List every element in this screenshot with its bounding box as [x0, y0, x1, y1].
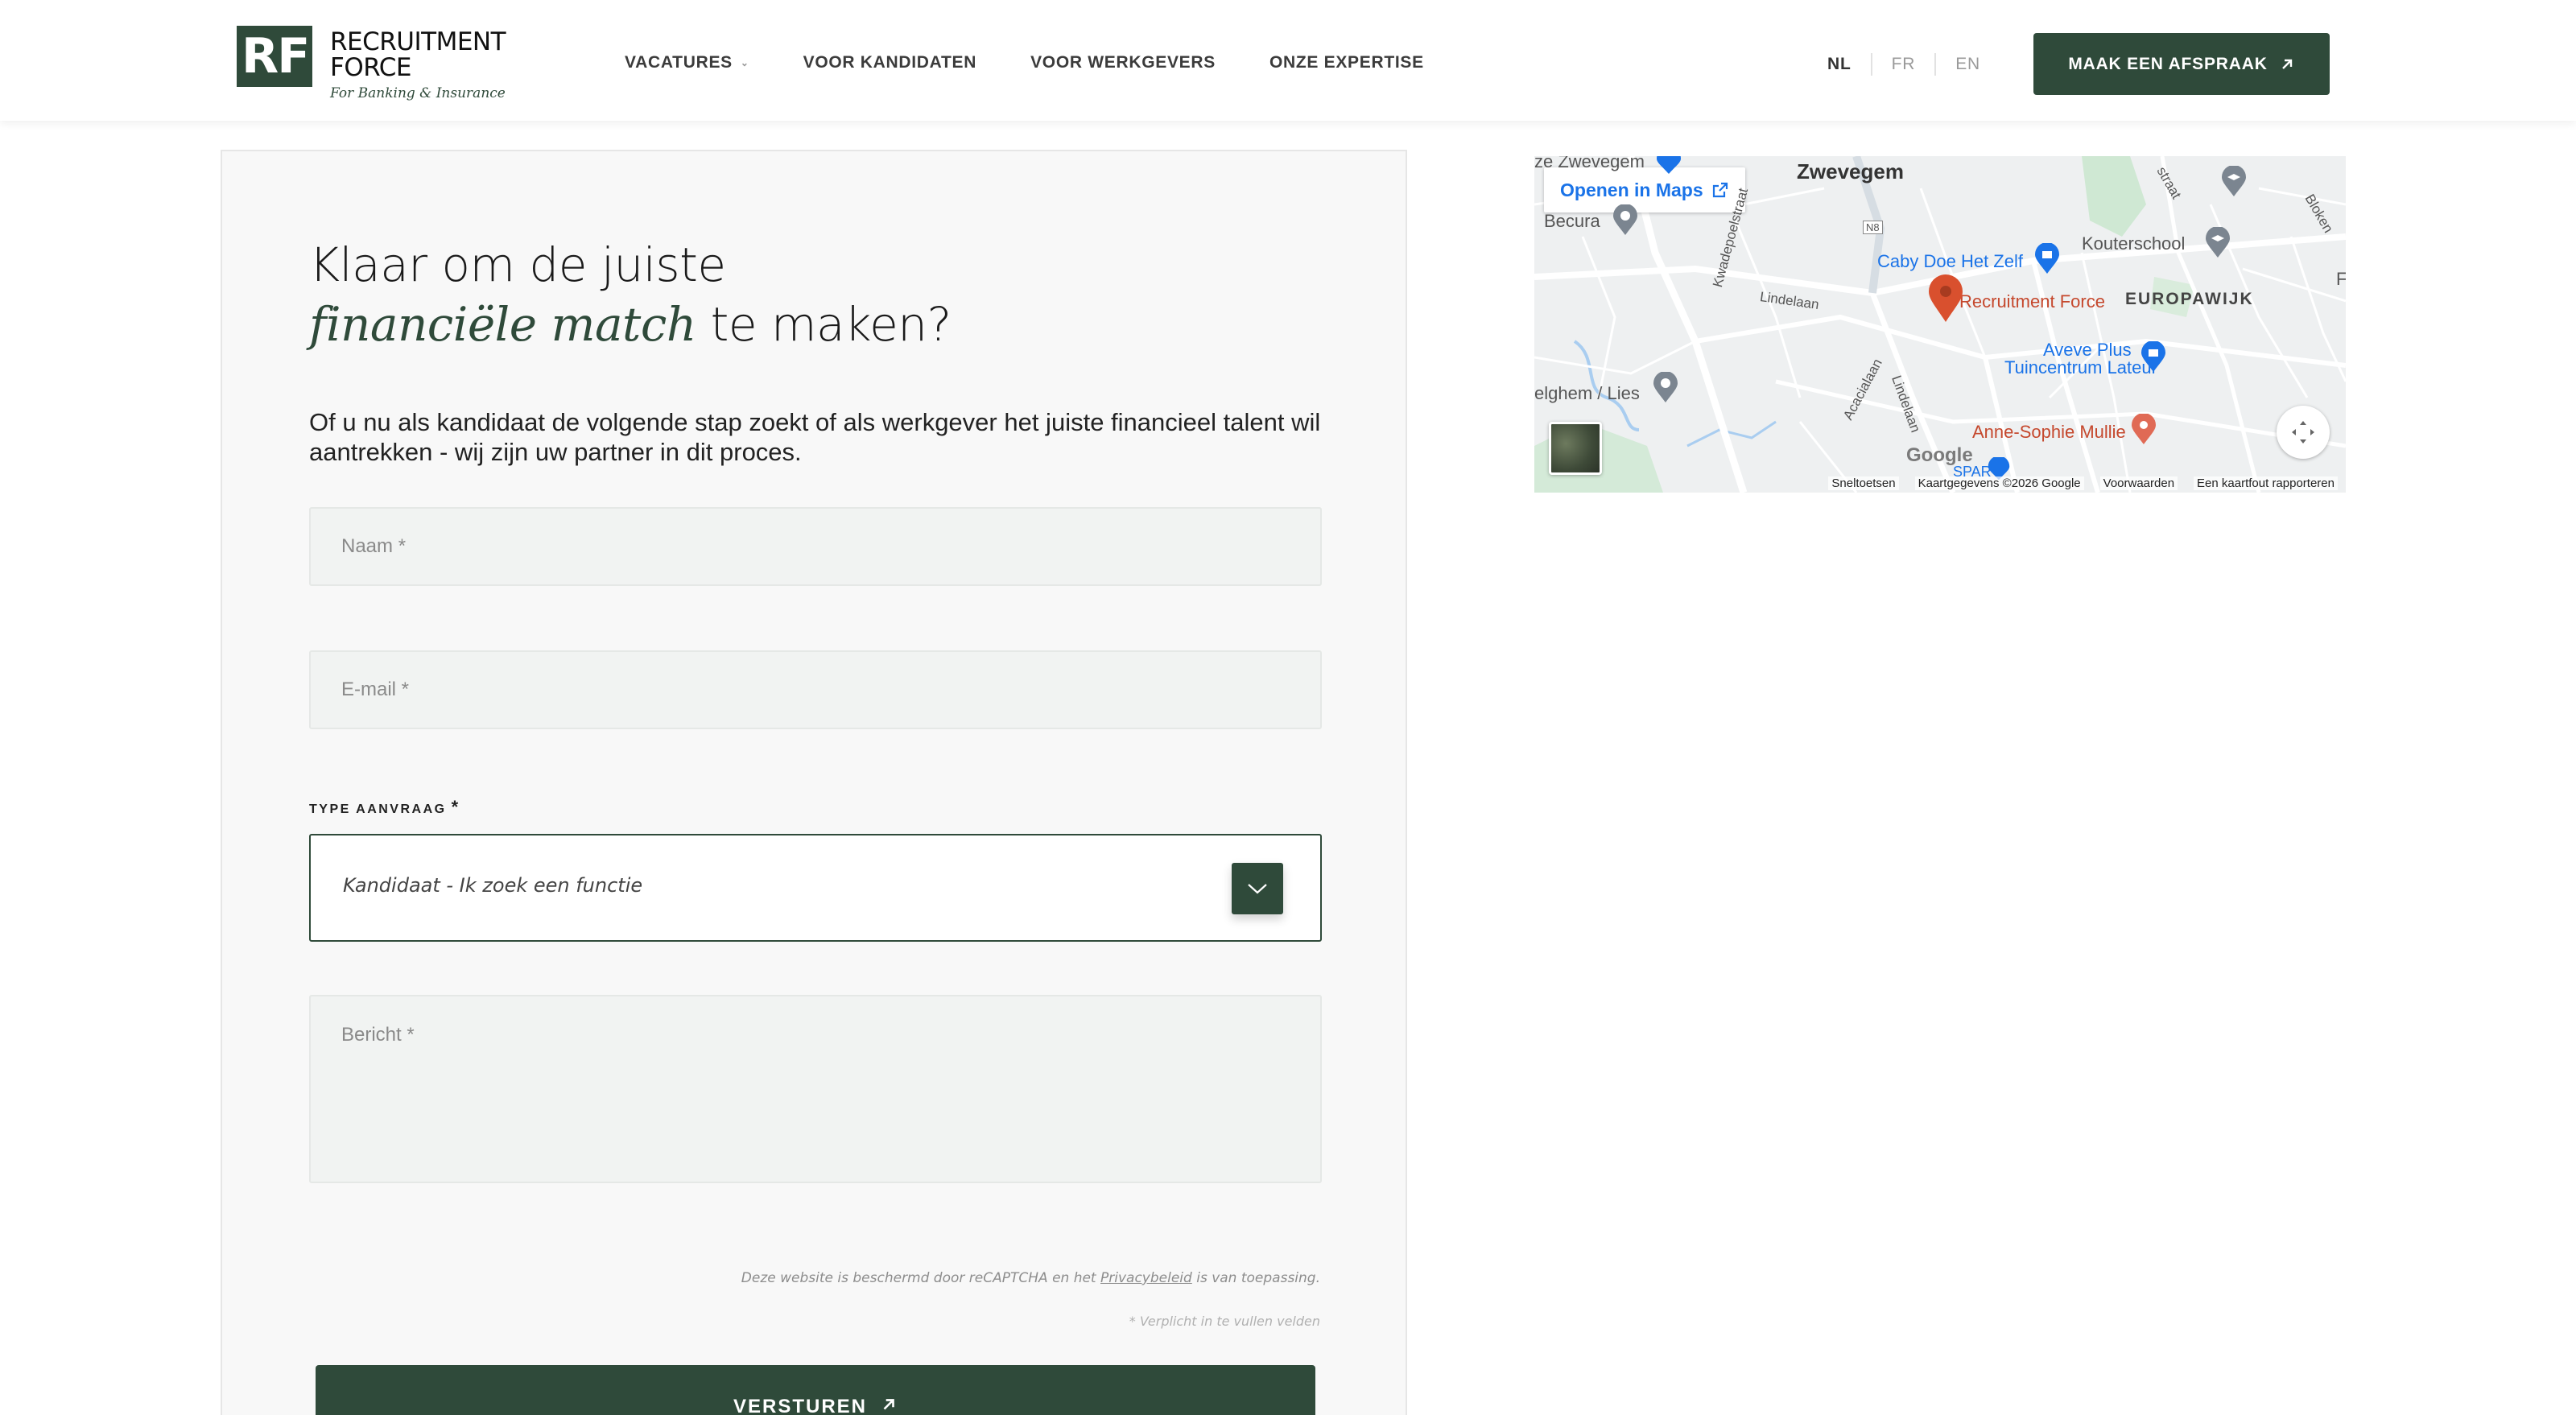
required-asterisk: *	[451, 797, 459, 817]
type-select[interactable]: Kandidaat - Ik zoek een functie	[309, 834, 1322, 942]
logo-mark: RF	[237, 26, 312, 87]
privacy-link[interactable]: Privacybeleid	[1100, 1270, 1192, 1286]
contact-form-card: Klaar om de juiste financiële match te m…	[221, 150, 1407, 1415]
name-field-wrapper	[309, 507, 1322, 586]
map-location-pin-icon[interactable]	[1927, 274, 1964, 324]
map-poi-marker-icon	[1613, 204, 1637, 235]
map-label-caby: Caby Doe Het Zelf	[1877, 251, 2023, 271]
map-label-recruitment-force: Recruitment Force	[1959, 291, 2105, 311]
map-footer-shortcuts[interactable]: Sneltoetsen	[1828, 476, 1899, 490]
map-beauty-marker-icon	[2132, 414, 2156, 444]
map-school-marker-icon	[2206, 227, 2230, 258]
required-note: * Verplicht in te vullen velden	[1129, 1314, 1320, 1329]
google-wordmark: Google	[1906, 444, 1973, 466]
map-label-aveve-2: Tuincentrum Lateur	[2004, 357, 2157, 377]
chevron-down-icon: ⌄	[740, 57, 749, 68]
lang-fr[interactable]: FR	[1892, 55, 1916, 74]
map-label-europawijk: EUROPAWIJK	[2125, 290, 2254, 308]
type-label: TYPE AANVRAAG *	[309, 797, 458, 818]
map-label-zwevegem-top: ze Zwevegem	[1534, 156, 1645, 171]
nav-item-label: ONZE EXPERTISE	[1269, 53, 1424, 72]
type-select-value: Kandidaat - Ik zoek een functie	[343, 874, 643, 897]
form-headline: Klaar om de juiste financiële match te m…	[309, 235, 952, 354]
legal-text: Deze website is beschermd door reCAPTCHA…	[741, 1270, 1101, 1286]
submit-button[interactable]: VERSTUREN	[316, 1365, 1315, 1415]
nav-item-label: VACATURES	[625, 53, 733, 72]
logo[interactable]: RF RECRUITMENT FORCE For Banking & Insur…	[237, 26, 510, 106]
nav-item-label: VOOR KANDIDATEN	[803, 53, 977, 72]
lang-en[interactable]: EN	[1955, 55, 1980, 74]
map-label-zwevegem: Zwevegem	[1797, 159, 1904, 184]
name-input[interactable]	[311, 509, 1320, 584]
nav-item-voor-kandidaten[interactable]: VOOR KANDIDATEN	[803, 53, 976, 72]
recaptcha-notice: Deze website is beschermd door reCAPTCHA…	[741, 1270, 1320, 1286]
map-footer: Sneltoetsen Kaartgegevens ©2026 Google V…	[1534, 473, 2346, 493]
open-in-maps-label: Openen in Maps	[1560, 179, 1703, 200]
fullscreen-button[interactable]	[2277, 406, 2330, 459]
message-field-wrapper	[309, 995, 1322, 1183]
lang-nl[interactable]: NL	[1827, 55, 1852, 74]
external-link-icon	[1712, 182, 1728, 198]
form-intro: Of u nu als kandidaat de volgende stap z…	[309, 408, 1321, 466]
map-label-anne-sophie: Anne-Sophie Mullie	[1972, 422, 2126, 442]
map-label-f: F	[2336, 269, 2346, 289]
legal-text: is van toepassing.	[1191, 1270, 1320, 1286]
email-field-wrapper	[309, 650, 1322, 729]
logo-tagline: For Banking & Insurance	[330, 85, 506, 101]
map-label-n8: N8	[1863, 221, 1883, 234]
arrow-up-right-icon	[2281, 59, 2292, 69]
type-label-text: TYPE AANVRAAG	[309, 802, 447, 816]
chevron-down-icon	[1248, 884, 1267, 894]
site-header: RF RECRUITMENT FORCE For Banking & Insur…	[0, 0, 2576, 121]
map-footer-report[interactable]: Een kaartfout rapporteren	[2194, 476, 2338, 490]
nav-item-vacatures[interactable]: VACATURES ⌄	[625, 53, 749, 72]
map-label-elghem: elghem / Lies	[1534, 383, 1640, 403]
map-embed[interactable]: Openen in Maps ze Zwevegem Zwevegem Becu…	[1534, 156, 2346, 493]
google-logo: Google	[1906, 444, 1973, 467]
language-switcher: NL FR EN	[1827, 53, 1980, 76]
headline-accent: financiële match	[309, 297, 696, 352]
map-label-kouterschool: Kouterschool	[2082, 233, 2186, 254]
select-toggle-button[interactable]	[1232, 863, 1283, 914]
fullscreen-icon	[2292, 421, 2314, 443]
divider	[1870, 53, 1872, 76]
map-shop-marker-icon	[2141, 341, 2165, 372]
logo-name: RECRUITMENT FORCE	[330, 27, 506, 82]
submit-label: VERSTUREN	[733, 1396, 868, 1415]
logo-mark-text: RF	[242, 28, 310, 85]
email-input[interactable]	[311, 652, 1320, 728]
cta-label: MAAK EEN AFSPRAAK	[2068, 54, 2268, 73]
nav-item-voor-werkgevers[interactable]: VOOR WERKGEVERS	[1030, 53, 1216, 72]
open-in-maps-link[interactable]: Openen in Maps	[1544, 167, 1745, 212]
divider	[1934, 53, 1937, 76]
map-transit-marker-icon	[1657, 156, 1681, 174]
message-textarea[interactable]	[311, 996, 1320, 1182]
map-shop-marker-icon	[2035, 243, 2059, 274]
headline-rest: te maken?	[696, 297, 952, 352]
satellite-toggle[interactable]	[1549, 422, 1602, 475]
main-nav: VACATURES ⌄ VOOR KANDIDATEN VOOR WERKGEV…	[625, 53, 1478, 72]
nav-item-onze-expertise[interactable]: ONZE EXPERTISE	[1269, 53, 1424, 72]
arrow-up-right-icon	[883, 1399, 894, 1410]
map-school-marker-icon	[2222, 166, 2246, 196]
make-appointment-button[interactable]: MAAK EEN AFSPRAAK	[2033, 33, 2330, 95]
map-poi-marker-icon	[1653, 372, 1678, 402]
map-footer-terms[interactable]: Voorwaarden	[2099, 476, 2178, 490]
map-footer-data: Kaartgegevens ©2026 Google	[1914, 476, 2084, 490]
headline-line1: Klaar om de juiste	[309, 237, 726, 292]
map-label-becura: Becura	[1544, 211, 1600, 231]
nav-item-label: VOOR WERKGEVERS	[1030, 53, 1216, 72]
